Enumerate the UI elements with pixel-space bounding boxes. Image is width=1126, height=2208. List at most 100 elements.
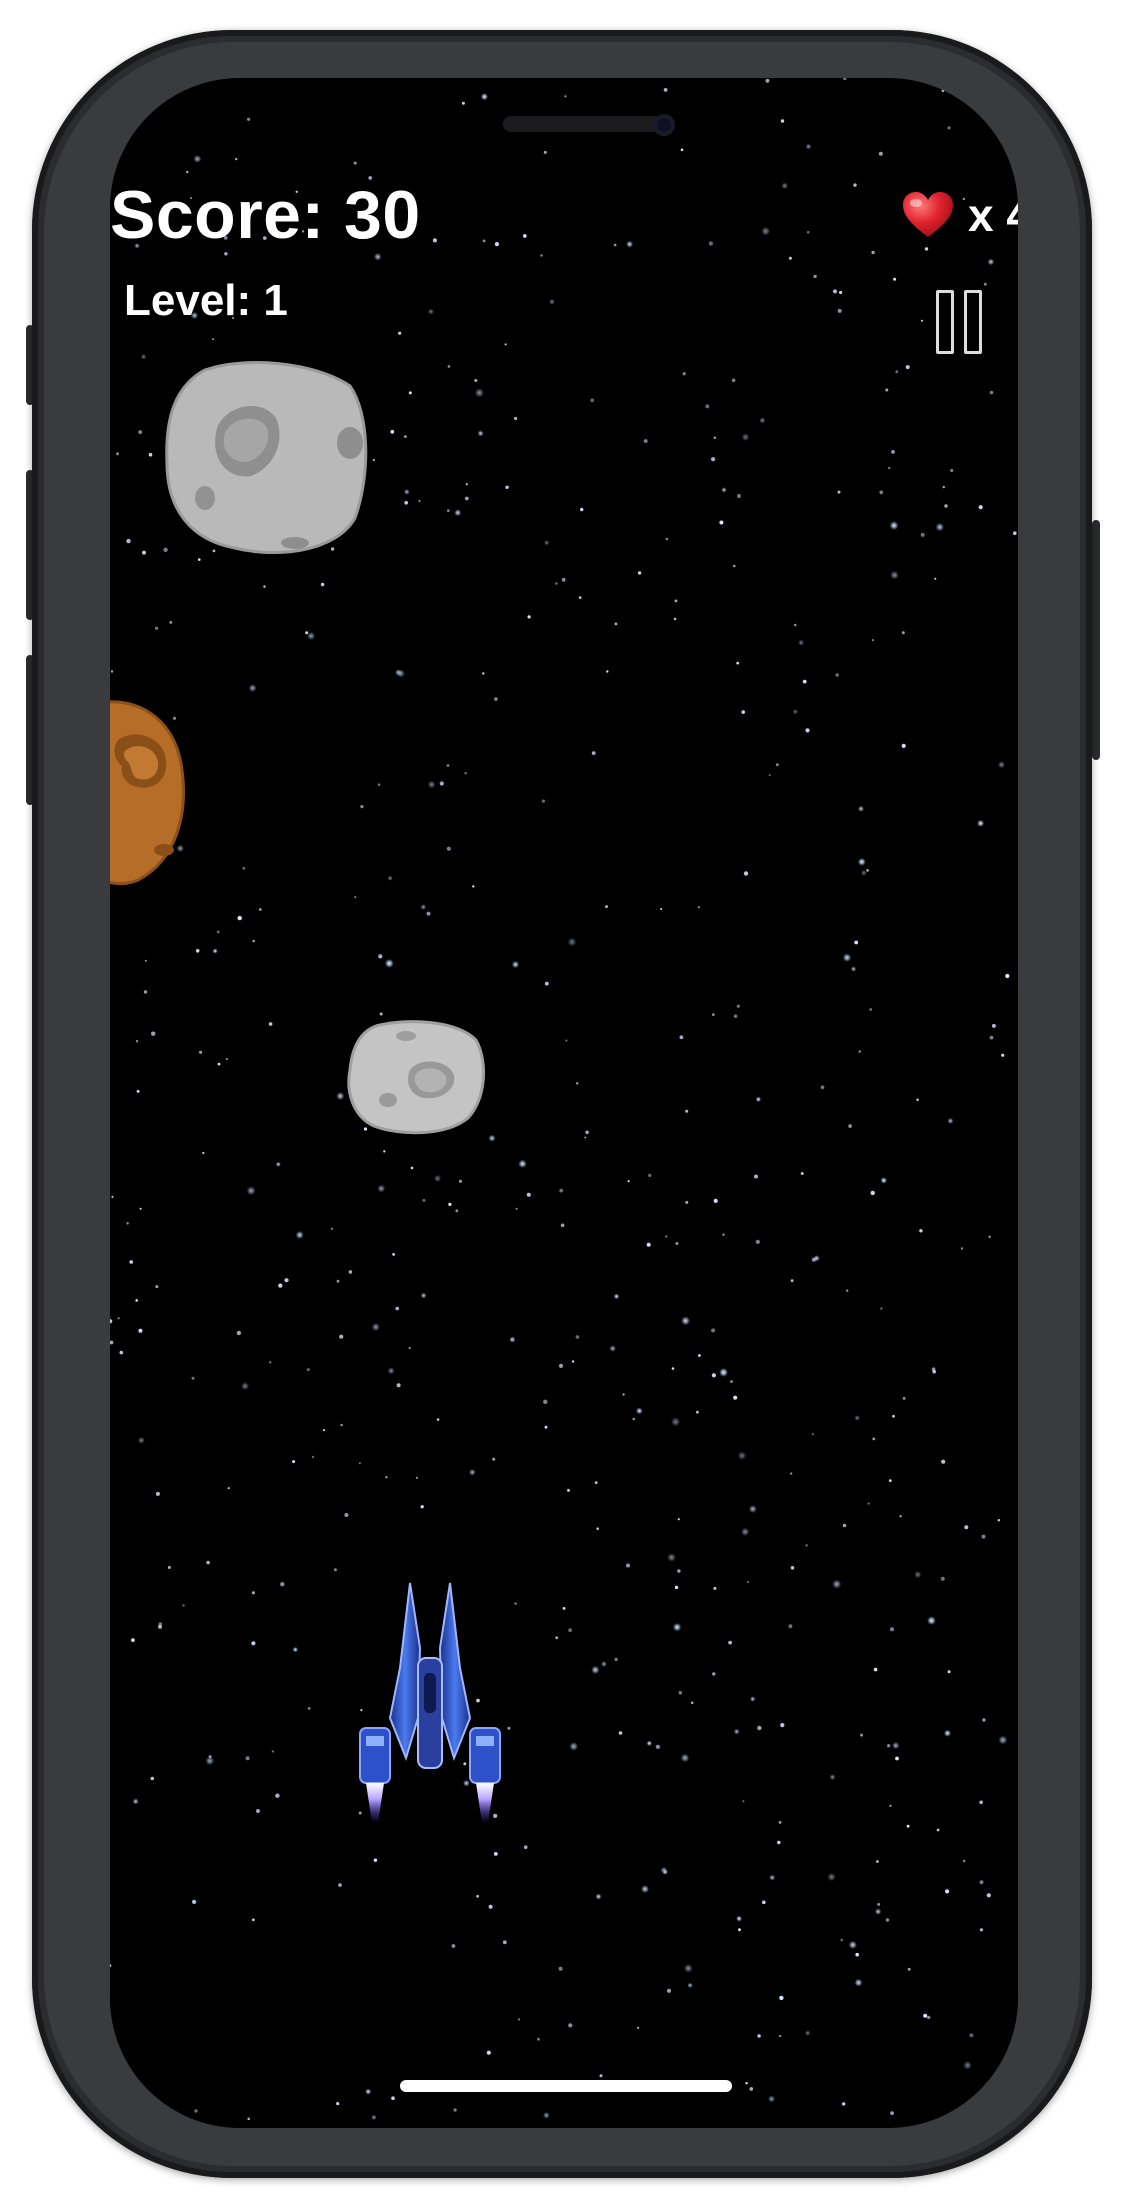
- star: [870, 1190, 875, 1196]
- star: [138, 1328, 143, 1333]
- star: [252, 939, 255, 943]
- star: [140, 353, 147, 360]
- star: [788, 1624, 793, 1629]
- star: [682, 372, 686, 376]
- star: [1014, 2111, 1018, 2119]
- star: [544, 540, 550, 546]
- star: [671, 1367, 675, 1370]
- star: [998, 1735, 1008, 1745]
- star: [711, 457, 716, 462]
- star: [678, 1691, 682, 1695]
- star: [984, 2081, 992, 2089]
- star: [251, 1918, 255, 1922]
- star: [292, 1646, 299, 1653]
- pause-icon: [936, 290, 954, 354]
- star: [876, 1860, 879, 1863]
- star: [278, 1283, 283, 1288]
- star: [242, 867, 246, 870]
- star: [427, 308, 434, 315]
- star: [635, 1407, 643, 1415]
- star: [935, 522, 945, 532]
- star: [247, 2117, 250, 2121]
- star: [562, 1607, 566, 1610]
- star: [515, 1207, 518, 1210]
- star: [920, 532, 925, 537]
- star: [916, 1098, 919, 1101]
- star: [395, 1306, 400, 1311]
- star: [680, 1753, 690, 1763]
- star: [893, 277, 897, 281]
- star: [614, 622, 618, 626]
- game-screen[interactable]: Score: 30 Level: 1 x 4: [110, 78, 1018, 2128]
- star: [594, 1481, 598, 1484]
- star: [268, 1022, 273, 1026]
- star: [731, 378, 736, 383]
- star: [527, 615, 531, 619]
- star: [340, 1423, 343, 1427]
- asteroid-gray: [165, 361, 368, 554]
- star: [543, 150, 547, 154]
- star: [708, 241, 714, 246]
- star: [235, 157, 238, 161]
- star: [599, 2074, 603, 2078]
- star: [333, 1568, 337, 1572]
- star: [420, 1505, 424, 1509]
- star: [889, 521, 899, 530]
- star: [404, 501, 409, 505]
- star: [854, 940, 859, 945]
- star: [558, 1363, 564, 1368]
- star: [932, 1369, 936, 1374]
- star: [247, 117, 251, 121]
- star: [779, 2034, 782, 2038]
- star: [555, 582, 558, 585]
- pause-button[interactable]: [936, 290, 982, 354]
- star: [790, 1472, 793, 1475]
- pause-icon-bar: [964, 290, 982, 354]
- star: [901, 743, 906, 749]
- star: [446, 509, 450, 512]
- star: [805, 143, 812, 150]
- star: [857, 857, 866, 866]
- star: [236, 1330, 242, 1336]
- star: [942, 78, 950, 85]
- star: [378, 954, 383, 959]
- star: [719, 520, 724, 525]
- star: [390, 429, 395, 434]
- star: [613, 1293, 620, 1300]
- star: [433, 1174, 442, 1183]
- star: [979, 1928, 984, 1932]
- star: [983, 282, 987, 286]
- star: [892, 1741, 900, 1750]
- star: [549, 298, 555, 305]
- star: [191, 1376, 195, 1380]
- star: [880, 1177, 888, 1184]
- star: [736, 661, 740, 665]
- star: [113, 2056, 117, 2061]
- star: [131, 1638, 135, 1642]
- star: [768, 774, 771, 777]
- star: [307, 631, 316, 641]
- star: [537, 2037, 540, 2041]
- home-indicator[interactable]: [400, 2080, 732, 2092]
- star: [464, 496, 469, 501]
- star: [890, 570, 899, 580]
- star: [567, 937, 577, 947]
- star: [860, 869, 867, 876]
- star: [947, 126, 951, 130]
- player-spaceship[interactable]: [350, 1578, 510, 1828]
- star: [307, 1707, 311, 1710]
- star: [377, 783, 381, 786]
- star: [761, 226, 771, 236]
- star: [950, 2112, 953, 2115]
- star: [941, 1459, 946, 1464]
- star: [558, 1966, 563, 1971]
- star: [648, 1173, 652, 1178]
- star: [655, 1744, 661, 1749]
- star: [311, 1455, 315, 1459]
- star: [271, 1750, 275, 1753]
- star: [344, 1513, 349, 1517]
- star: [947, 1670, 951, 1674]
- star: [790, 1566, 795, 1570]
- star: [148, 452, 153, 457]
- star: [887, 1744, 891, 1748]
